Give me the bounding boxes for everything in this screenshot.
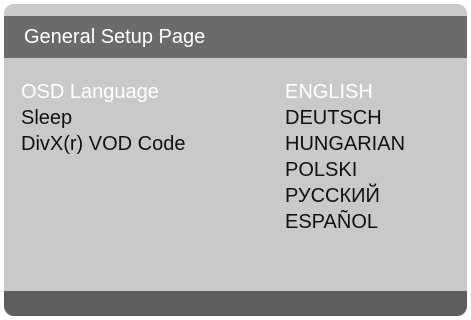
language-options-list: ENGLISH DEUTSCH HUNGARIAN POLSKI РУССКИЙ… <box>285 79 405 235</box>
page-title: General Setup Page <box>24 26 206 48</box>
settings-list: OSD Language Sleep DivX(r) VOD Code <box>21 79 185 157</box>
setting-divx-vod-code[interactable]: DivX(r) VOD Code <box>21 131 185 157</box>
bottom-status-bar <box>4 291 467 316</box>
option-espanol[interactable]: ESPAÑOL <box>285 209 405 235</box>
option-english[interactable]: ENGLISH <box>285 79 405 105</box>
setting-sleep[interactable]: Sleep <box>21 105 185 131</box>
option-polski[interactable]: POLSKI <box>285 157 405 183</box>
option-deutsch[interactable]: DEUTSCH <box>285 105 405 131</box>
option-russian[interactable]: РУССКИЙ <box>285 183 405 209</box>
setting-osd-language[interactable]: OSD Language <box>21 79 185 105</box>
title-bar: General Setup Page <box>4 16 467 58</box>
option-hungarian[interactable]: HUNGARIAN <box>285 131 405 157</box>
setup-screen: General Setup Page OSD Language Sleep Di… <box>4 4 467 316</box>
